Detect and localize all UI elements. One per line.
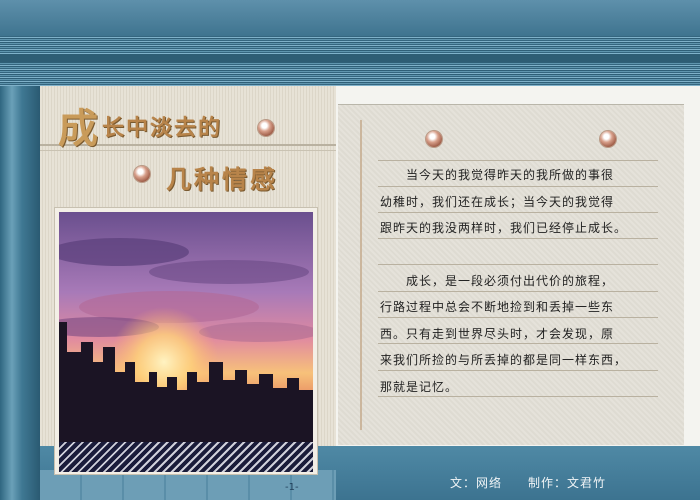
bead-icon xyxy=(134,166,150,182)
bead-icon xyxy=(600,131,616,147)
left-decorative-strip xyxy=(0,86,40,500)
paragraph-1-line-2: 幼稚时，我们还在成长；当今天的我觉得 xyxy=(380,195,615,209)
paragraph-2-line-2: 行路过程中总会不断地捡到和丢掉一些东 xyxy=(380,300,615,314)
top-header-band xyxy=(0,0,700,36)
rule-line xyxy=(378,264,658,265)
sunset-skyline-photo xyxy=(59,212,313,442)
title-first-char: 成 xyxy=(58,105,98,152)
rule-line xyxy=(378,291,658,292)
page-number: -1- xyxy=(285,482,299,493)
rule-line xyxy=(378,238,658,239)
sunset-skyline-image xyxy=(59,212,313,442)
bead-icon xyxy=(258,120,274,136)
paragraph-1-line-3: 跟昨天的我没两样时，我们已经停止成长。 xyxy=(380,221,628,235)
title-line-2: 几种情感 xyxy=(166,165,279,194)
rule-line xyxy=(378,396,658,397)
paragraph-2-line-1: 成长，是一段必须付出代价的旅程， xyxy=(380,274,615,288)
rule-line xyxy=(378,186,658,187)
rule-line xyxy=(378,343,658,344)
rule-line xyxy=(378,160,658,161)
paragraph-2-line-5: 那就是记忆。 xyxy=(380,380,459,394)
photo-hatch-band xyxy=(59,442,313,472)
bead-icon xyxy=(426,131,442,147)
paragraph-2-line-3: 西。只有走到世界尽头时，才会发现，原 xyxy=(380,327,615,341)
credits-text: 文：网络 制作：文君竹 xyxy=(450,476,607,490)
header-dark-rule xyxy=(0,54,700,62)
paragraph-1-line-1: 当今天的我觉得昨天的我所做的事很 xyxy=(380,168,615,182)
title-line-1: 长中淡去的 xyxy=(102,115,223,141)
rule-line xyxy=(378,212,658,213)
text-panel-border xyxy=(360,120,362,430)
paragraph-2-line-4: 来我们所捡的与所丢掉的都是同一样东西， xyxy=(380,353,628,367)
rule-line xyxy=(378,317,658,318)
rule-line xyxy=(378,370,658,371)
